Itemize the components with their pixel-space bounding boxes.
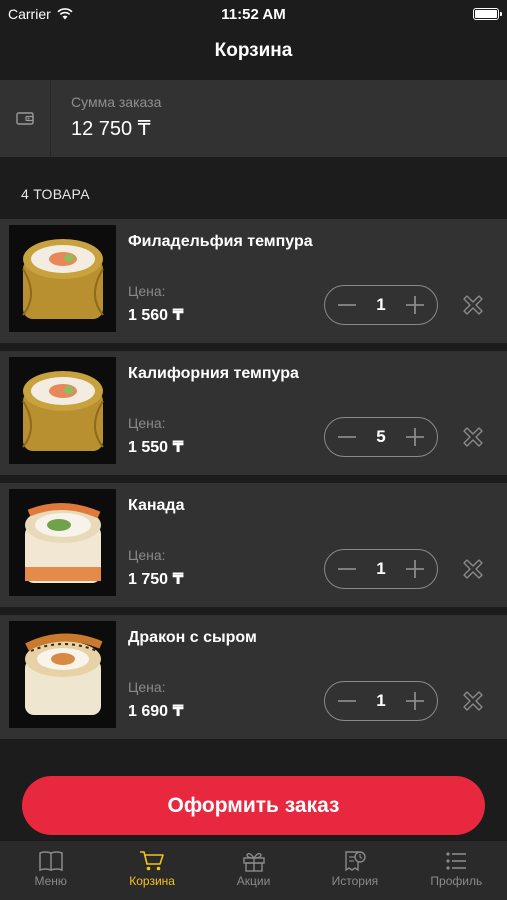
cart-item: Канада Цена: 1 750 ₸ 1: [0, 483, 507, 607]
minus-icon: [338, 436, 356, 438]
tab-label: Акции: [236, 874, 271, 888]
sushi-roll-illustration: [22, 239, 104, 319]
remove-x-icon: [463, 559, 483, 579]
cart-item: Калифорния темпура Цена: 1 550 ₸ 5: [0, 351, 507, 475]
product-image[interactable]: [9, 225, 116, 332]
battery-icon: [473, 8, 502, 20]
quantity-value: 5: [376, 427, 386, 446]
summary-label: Сумма заказа: [71, 94, 162, 110]
tab-menu[interactable]: Меню: [0, 841, 101, 900]
status-time: 11:52 AM: [221, 5, 286, 23]
remove-item-button[interactable]: [461, 293, 485, 317]
wifi-icon: [57, 8, 73, 20]
plus-icon: [406, 560, 424, 578]
increase-button[interactable]: [403, 557, 427, 581]
product-image[interactable]: [9, 357, 116, 464]
product-name: Калифорния темпура: [128, 365, 299, 382]
product-image[interactable]: [9, 621, 116, 728]
sushi-roll-illustration: [25, 502, 101, 583]
tab-history[interactable]: История: [304, 841, 405, 900]
items-count: 4 ТОВАРА: [21, 186, 90, 202]
minus-icon: [338, 568, 356, 570]
product-name: Дракон с сыром: [128, 629, 257, 646]
wallet-icon: [16, 112, 34, 125]
remove-item-button[interactable]: [461, 557, 485, 581]
tab-profile[interactable]: Профиль: [406, 841, 507, 900]
quantity-stepper: 1: [324, 549, 438, 589]
remove-x-icon: [463, 295, 483, 315]
tab-cart[interactable]: Корзина: [101, 841, 202, 900]
minus-icon: [338, 304, 356, 306]
plus-icon: [406, 296, 424, 314]
tab-label: История: [331, 874, 379, 888]
price-value: 1 560 ₸: [128, 307, 184, 324]
price-value: 1 550 ₸: [128, 439, 184, 456]
summary-total: 12 750 ₸: [71, 118, 151, 140]
increase-button[interactable]: [403, 689, 427, 713]
quantity-value: 1: [376, 295, 386, 314]
plus-icon: [406, 428, 424, 446]
increase-button[interactable]: [403, 425, 427, 449]
checkout-button[interactable]: Оформить заказ: [22, 776, 485, 835]
remove-x-icon: [463, 691, 483, 711]
increase-button[interactable]: [403, 293, 427, 317]
carrier-label: Carrier: [8, 6, 51, 22]
plus-icon: [406, 692, 424, 710]
price-label: Цена:: [128, 679, 166, 695]
decrease-button[interactable]: [335, 557, 359, 581]
cart-item: Дракон с сыром Цена: 1 690 ₸ 1: [0, 615, 507, 739]
decrease-button[interactable]: [335, 425, 359, 449]
sushi-roll-illustration: [22, 371, 104, 451]
tab-label: Профиль: [430, 874, 483, 888]
remove-item-button[interactable]: [461, 425, 485, 449]
history-icon: [345, 851, 366, 872]
price-value: 1 750 ₸: [128, 571, 184, 588]
cart-icon: [140, 851, 164, 871]
tab-bar: Меню Корзина Акции История Профиль: [0, 840, 507, 900]
quantity-stepper: 5: [324, 417, 438, 457]
remove-x-icon: [463, 427, 483, 447]
tab-promotions[interactable]: Акции: [203, 841, 304, 900]
order-summary: Сумма заказа 12 750 ₸: [0, 80, 507, 157]
sushi-roll-illustration: [25, 633, 103, 715]
price-value: 1 690 ₸: [128, 703, 184, 720]
page-title: Корзина: [214, 40, 293, 61]
quantity-stepper: 1: [324, 681, 438, 721]
decrease-button[interactable]: [335, 689, 359, 713]
minus-icon: [338, 700, 356, 702]
summary-icon-cell: [0, 80, 51, 157]
list-icon: [446, 852, 467, 870]
quantity-value: 1: [376, 691, 386, 710]
product-name: Филадельфия темпура: [128, 233, 313, 250]
decrease-button[interactable]: [335, 293, 359, 317]
gift-icon: [242, 852, 265, 872]
price-label: Цена:: [128, 547, 166, 563]
tab-label: Корзина: [129, 874, 175, 888]
price-label: Цена:: [128, 283, 166, 299]
remove-item-button[interactable]: [461, 689, 485, 713]
price-label: Цена:: [128, 415, 166, 431]
product-name: Канада: [128, 497, 185, 514]
product-image[interactable]: [9, 489, 116, 596]
tab-label: Меню: [34, 874, 67, 888]
book-icon: [38, 851, 63, 872]
status-bar: Carrier 11:52 AM: [0, 0, 507, 28]
quantity-value: 1: [376, 559, 386, 578]
quantity-stepper: 1: [324, 285, 438, 325]
cart-list: Филадельфия темпура Цена: 1 560 ₸ 1 Кали…: [0, 219, 507, 747]
cart-item: Филадельфия темпура Цена: 1 560 ₸ 1: [0, 219, 507, 343]
